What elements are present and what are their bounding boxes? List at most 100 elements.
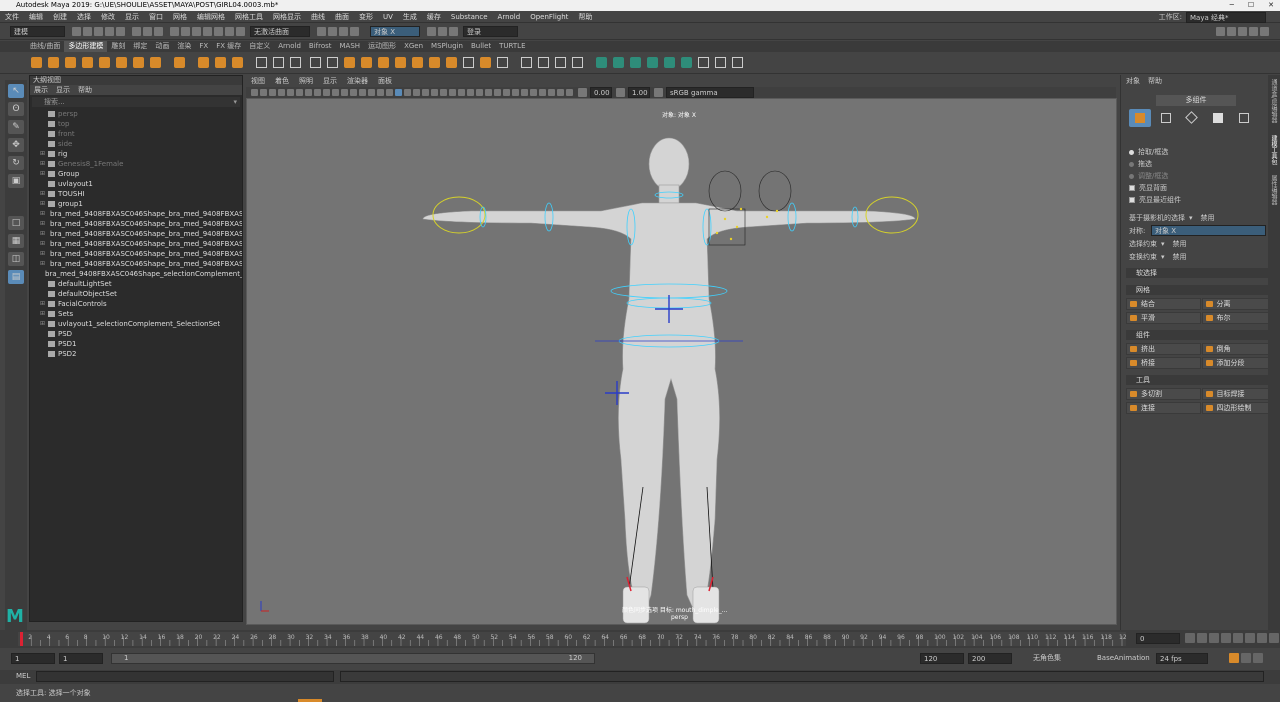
snap-grid-icon[interactable] (170, 27, 179, 36)
exposure-icon[interactable] (578, 88, 587, 97)
expand-icon[interactable]: ⊞ (40, 219, 45, 229)
shelf-tab[interactable]: 雕刻 (107, 41, 129, 52)
viewport-menu-item[interactable]: 着色 (270, 76, 294, 87)
outliner-item[interactable]: ⊞ FacialControls (40, 299, 242, 309)
menu-item[interactable]: 网格显示 (268, 11, 306, 23)
toolsettings-toggle-icon[interactable] (1249, 27, 1258, 36)
undo-icon[interactable] (105, 27, 114, 36)
panel-tool-icon[interactable] (251, 89, 258, 96)
toolkit-button[interactable]: 布尔 (1201, 312, 1276, 324)
panel-tool-icon[interactable] (350, 89, 357, 96)
snap-point-icon[interactable] (192, 27, 201, 36)
shelf-tab[interactable]: Bifrost (305, 41, 336, 52)
outliner-item[interactable]: PSD (40, 329, 242, 339)
mtk-menu-item[interactable]: 帮助 (1148, 76, 1162, 86)
connect-icon[interactable] (555, 57, 566, 68)
viewport-menu-item[interactable]: 面板 (373, 76, 397, 87)
panel-tool-icon[interactable] (485, 89, 492, 96)
shelf-tab[interactable]: Arnold (274, 41, 305, 52)
step-back-key-icon[interactable] (1197, 633, 1207, 643)
section-header[interactable]: 工具 (1126, 375, 1276, 385)
poly-cylinder-icon[interactable] (65, 57, 76, 68)
svg-tool-icon[interactable] (232, 57, 243, 68)
shelf-tab[interactable]: XGen (400, 41, 427, 52)
playback-end-field[interactable]: 120 (920, 653, 964, 664)
menu-item[interactable]: Arnold (493, 11, 526, 23)
expand-icon[interactable]: ⊞ (40, 249, 45, 259)
panel-tool-icon[interactable] (503, 89, 510, 96)
expand-icon[interactable]: ⊞ (40, 199, 46, 209)
two-view-icon[interactable]: ◫ (8, 252, 24, 266)
panel-tool-icon[interactable] (467, 89, 474, 96)
step-forward-key-icon[interactable] (1257, 633, 1267, 643)
smooth-icon[interactable] (344, 57, 355, 68)
expand-icon[interactable]: ⊞ (40, 169, 46, 179)
panel-tool-icon[interactable] (269, 89, 276, 96)
shelf-tab[interactable]: FX 缓存 (212, 41, 245, 52)
outliner-item[interactable]: ⊞ Group (40, 169, 242, 179)
search-options-icon[interactable]: ▾ (233, 97, 237, 107)
outliner-item[interactable]: ⊞ Genesis8_1Female (40, 159, 242, 169)
bridge-icon[interactable] (412, 57, 423, 68)
vertex-mode-icon[interactable] (1155, 109, 1177, 127)
go-start-icon[interactable] (1185, 633, 1195, 643)
outliner-item[interactable]: ⊞ bra_med_9408FBXASC046Shape_bra_med_9408… (40, 259, 242, 269)
shelf-tab[interactable]: 绑定 (129, 41, 151, 52)
lasso-tool-icon[interactable]: ʘ (8, 102, 24, 116)
rename-icon[interactable] (449, 27, 458, 36)
menu-item[interactable]: 曲线 (306, 11, 330, 23)
shelf-tab[interactable]: 曲线/曲面 (26, 41, 64, 52)
scale-tool-icon[interactable]: ▣ (8, 174, 24, 188)
loop-icon[interactable] (1253, 653, 1263, 663)
panel-tool-icon[interactable] (431, 89, 438, 96)
poly-torus-icon[interactable] (99, 57, 110, 68)
outliner-item[interactable]: top (40, 119, 242, 129)
checkbox[interactable] (1129, 185, 1135, 191)
menu-item[interactable]: OpenFlight (525, 11, 573, 23)
outliner-item[interactable]: ⊞ uvlayout1_selectionComplement_Selection… (40, 319, 242, 329)
outliner-item[interactable]: uvlayout1 (40, 179, 242, 189)
panel-tool-icon[interactable] (521, 89, 528, 96)
toolkit-button[interactable]: 结合 (1126, 298, 1201, 310)
uv-sew-icon[interactable] (664, 57, 675, 68)
new-scene-icon[interactable] (72, 27, 81, 36)
shelf-tab[interactable]: 动画 (151, 41, 173, 52)
shelf-tab[interactable]: 自定义 (245, 41, 274, 52)
panel-tool-icon[interactable] (395, 89, 402, 96)
panel-tool-icon[interactable] (494, 89, 501, 96)
fill-hole-icon[interactable] (429, 57, 440, 68)
toolkit-button[interactable]: 挤出 (1126, 343, 1201, 355)
toolkit-button[interactable]: 分离 (1201, 298, 1276, 310)
uv-unfold-icon[interactable] (681, 57, 692, 68)
menu-item[interactable]: 修改 (96, 11, 120, 23)
go-end-icon[interactable] (1269, 633, 1279, 643)
panel-tool-icon[interactable] (530, 89, 537, 96)
panel-tool-icon[interactable] (440, 89, 447, 96)
character-model[interactable] (247, 99, 1116, 624)
fps-select[interactable]: 24 fps (1156, 653, 1208, 664)
highlight-option[interactable]: 亮显最近组件 (1129, 195, 1181, 205)
quad-draw-icon[interactable] (572, 57, 583, 68)
outliner-search[interactable]: 搜索... ▾ (32, 97, 240, 107)
menu-item[interactable]: 网格 (168, 11, 192, 23)
snap-view-icon[interactable] (203, 27, 212, 36)
mel-input[interactable] (36, 671, 334, 682)
select-hierarchy-icon[interactable] (132, 27, 141, 36)
outliner-item[interactable]: front (40, 129, 242, 139)
panel-tool-icon[interactable] (314, 89, 321, 96)
range-slider[interactable]: 1 120 (111, 653, 595, 664)
move-tool-icon[interactable]: ✥ (8, 138, 24, 152)
panel-tool-icon[interactable] (323, 89, 330, 96)
toolkit-button[interactable]: 多切割 (1126, 388, 1201, 400)
panel-tool-icon[interactable] (287, 89, 294, 96)
outliner-item[interactable]: side (40, 139, 242, 149)
menu-item[interactable]: 文件 (0, 11, 24, 23)
viewport-menu-item[interactable]: 视图 (246, 76, 270, 87)
relative-icon[interactable] (438, 27, 447, 36)
highlight-option[interactable]: 亮显背面 (1129, 183, 1167, 193)
select-constraint-row[interactable]: 选择约束 ▾ 禁用 (1129, 239, 1187, 249)
step-forward-icon[interactable] (1245, 633, 1255, 643)
side-tab-attribute-editor[interactable]: 属性编辑器 (1269, 175, 1278, 205)
poly-sphere-icon[interactable] (31, 57, 42, 68)
toolkit-button[interactable]: 目标焊接 (1201, 388, 1276, 400)
